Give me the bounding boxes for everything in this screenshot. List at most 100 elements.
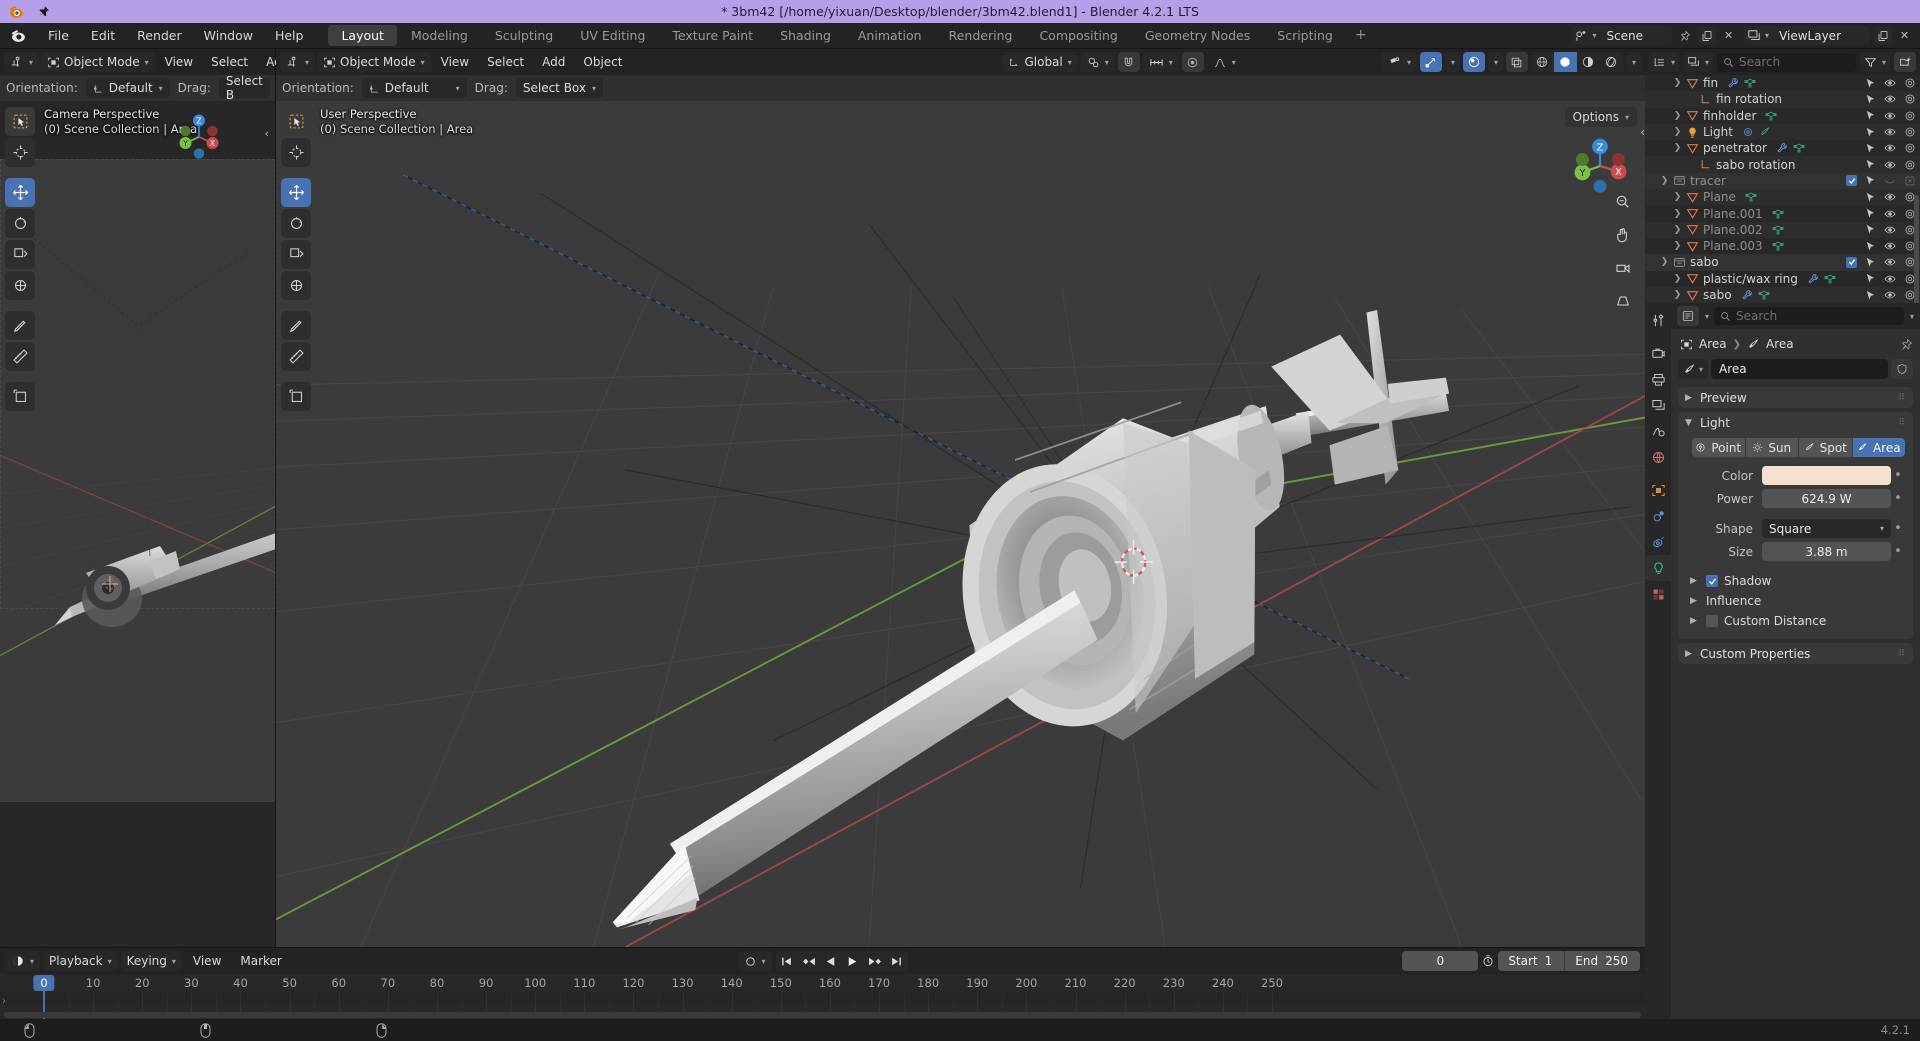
area-light-data-icon[interactable] — [1759, 126, 1771, 138]
menu-window[interactable]: Window — [193, 23, 264, 49]
preview-disclosure-icon[interactable]: ▶ — [1685, 393, 1695, 403]
outliner-row-sabo-rotation[interactable]: sabo rotation — [1645, 156, 1920, 173]
mesh-data-icon[interactable] — [1758, 289, 1770, 301]
show-overlays-icon[interactable] — [1462, 52, 1485, 72]
outliner-row-plane-003[interactable]: ❯ Plane.003 — [1645, 238, 1920, 254]
shadow-checkbox[interactable] — [1706, 575, 1718, 588]
options-button[interactable]: Options ▾ — [1564, 107, 1637, 127]
light-data-icon[interactable] — [1742, 126, 1754, 138]
shading-wireframe-icon[interactable] — [1531, 52, 1554, 72]
disclosure-triangle[interactable]: ❯ — [1671, 143, 1684, 153]
tool-measure-main[interactable] — [281, 342, 311, 371]
object-menu-main[interactable]: Object — [575, 52, 630, 72]
previous-keyframe-button[interactable] — [798, 951, 820, 971]
add-menu-main[interactable]: Add — [534, 52, 573, 72]
disable-in-renders-icon[interactable] — [1904, 126, 1916, 138]
gizmo-dropdown[interactable]: ▾ — [1444, 52, 1460, 72]
shading-solid-icon[interactable] — [1553, 52, 1577, 72]
hide-in-viewport-icon[interactable] — [1884, 159, 1896, 171]
disclosure-triangle[interactable]: ❯ — [1671, 225, 1684, 235]
light-color-swatch[interactable] — [1762, 466, 1891, 486]
light-power-value[interactable]: 624.9 W — [1762, 489, 1891, 509]
tab-particle-properties[interactable] — [1645, 529, 1671, 555]
tool-tweak-main[interactable] — [281, 107, 311, 136]
outliner-row-tracer[interactable]: ❯ tracer — [1645, 172, 1920, 190]
drag-dropdown-main[interactable]: Select Box ▾ — [515, 78, 604, 98]
select-menu-left[interactable]: Select — [203, 52, 256, 72]
influence-subpanel-row[interactable]: ▶ Influence — [1686, 591, 1905, 611]
pin-properties-icon[interactable] — [1900, 338, 1913, 351]
playhead-label[interactable]: 0 — [33, 975, 55, 991]
main-viewport-canvas[interactable]: User Perspective (0) Scene Collection | … — [276, 101, 1645, 947]
disable-in-renders-icon[interactable] — [1904, 77, 1916, 89]
disclosure-triangle[interactable]: ❯ — [1658, 176, 1671, 186]
animate-size-dot[interactable]: • — [1891, 544, 1905, 559]
shadow-subpanel-row[interactable]: ▶ Shadow — [1686, 571, 1905, 591]
transform-orientation-dropdown[interactable]: Global ▾ — [1002, 52, 1078, 72]
tab-tool-properties[interactable] — [1645, 307, 1671, 333]
shading-material-icon[interactable] — [1577, 52, 1600, 72]
influence-disclosure-icon[interactable]: ▶ — [1690, 596, 1700, 606]
selectability-icon[interactable] — [1865, 127, 1876, 138]
drag-dropdown-left[interactable]: Select B — [218, 74, 270, 102]
shading-rendered-icon[interactable] — [1600, 52, 1623, 72]
jump-to-start-button[interactable] — [776, 951, 798, 971]
disable-in-renders-icon[interactable] — [1904, 159, 1916, 171]
tool-annotate-main[interactable] — [281, 311, 311, 340]
modifier-icon[interactable] — [1807, 273, 1819, 285]
disclosure-triangle[interactable]: ❯ — [1671, 192, 1684, 202]
hide-in-viewport-icon[interactable] — [1884, 273, 1896, 285]
editor-type-selector-left[interactable]: ▾ — [4, 52, 40, 72]
use-preview-range-icon[interactable] — [1481, 954, 1495, 968]
scene-selector[interactable]: ▾ Scene — [1571, 26, 1673, 45]
orientation-dropdown-main[interactable]: Default ▾ — [361, 78, 467, 98]
toggle-ortho-perspective-icon[interactable] — [1610, 288, 1636, 314]
selectability-icon[interactable] — [1865, 273, 1876, 284]
tool-move-left[interactable] — [5, 178, 35, 207]
outliner-scrollbar[interactable] — [1914, 195, 1919, 304]
tool-transform-left[interactable] — [5, 271, 35, 300]
light-data-name-field[interactable]: Area — [1711, 359, 1888, 380]
outliner-row-plastic-wax-ring[interactable]: ❯ plastic/wax ring — [1645, 271, 1920, 287]
hide-in-viewport-icon[interactable] — [1884, 142, 1896, 154]
disclosure-triangle[interactable]: ❯ — [1658, 257, 1671, 267]
outliner-row-plane-002[interactable]: ❯ Plane.002 — [1645, 221, 1920, 238]
tab-modifier-properties[interactable] — [1645, 503, 1671, 529]
new-viewlayer-icon[interactable] — [1873, 26, 1892, 45]
tool-tweak-left[interactable] — [5, 107, 35, 136]
disclosure-triangle[interactable]: ❯ — [1671, 127, 1684, 137]
disable-in-renders-icon[interactable] — [1904, 142, 1916, 154]
snap-magnet-icon[interactable] — [1117, 52, 1140, 72]
collection-exclude-checkbox[interactable] — [1846, 256, 1857, 268]
timeline-marker-menu[interactable]: Marker — [232, 951, 289, 971]
mode-selector-left[interactable]: Object Mode ▾ — [41, 52, 155, 72]
current-frame-field[interactable]: 0 — [1402, 951, 1479, 971]
outliner-row-finholder[interactable]: ❯ finholder — [1645, 108, 1920, 124]
xray-toggle-icon[interactable] — [1505, 52, 1528, 72]
mesh-data-icon[interactable] — [1772, 240, 1784, 252]
timeline-view-menu[interactable]: View — [185, 951, 229, 971]
custom-properties-panel-header[interactable]: ▶ Custom Properties ⠿ — [1678, 643, 1913, 664]
disclosure-triangle[interactable]: ❯ — [1671, 111, 1684, 121]
custom-distance-subpanel-row[interactable]: ▶ Custom Distance — [1686, 611, 1905, 631]
visibility-dropdown[interactable]: ▾ — [1381, 52, 1417, 72]
disclosure-triangle[interactable]: ❯ — [1671, 78, 1684, 88]
tab-scripting[interactable]: Scripting — [1264, 25, 1346, 46]
hide-in-viewport-icon[interactable] — [1884, 175, 1896, 187]
light-panel-header[interactable]: ▼ Light ⠿ — [1678, 412, 1913, 433]
mode-selector-main[interactable]: Object Mode ▾ — [317, 52, 431, 72]
tab-scene-properties[interactable] — [1645, 418, 1671, 444]
tool-move-main[interactable] — [281, 178, 311, 207]
tab-texture-properties[interactable] — [1645, 581, 1671, 607]
next-keyframe-button[interactable] — [864, 951, 886, 971]
outliner-row-plane[interactable]: ❯ Plane — [1645, 189, 1920, 206]
light-type-point[interactable]: Point — [1692, 438, 1745, 458]
outliner-tree[interactable]: ❯ fin fin rotation ❯ finholder ❯ Light ❯ penetra… — [1645, 75, 1920, 304]
tab-modeling[interactable]: Modeling — [398, 25, 481, 46]
editor-type-selector-timeline[interactable]: ▾ — [5, 951, 41, 971]
hide-in-viewport-icon[interactable] — [1884, 256, 1896, 268]
hide-in-viewport-icon[interactable] — [1884, 110, 1896, 122]
hide-in-viewport-icon[interactable] — [1884, 77, 1896, 89]
modifier-icon[interactable] — [1727, 77, 1739, 89]
light-type-spot[interactable]: Spot — [1799, 438, 1852, 458]
